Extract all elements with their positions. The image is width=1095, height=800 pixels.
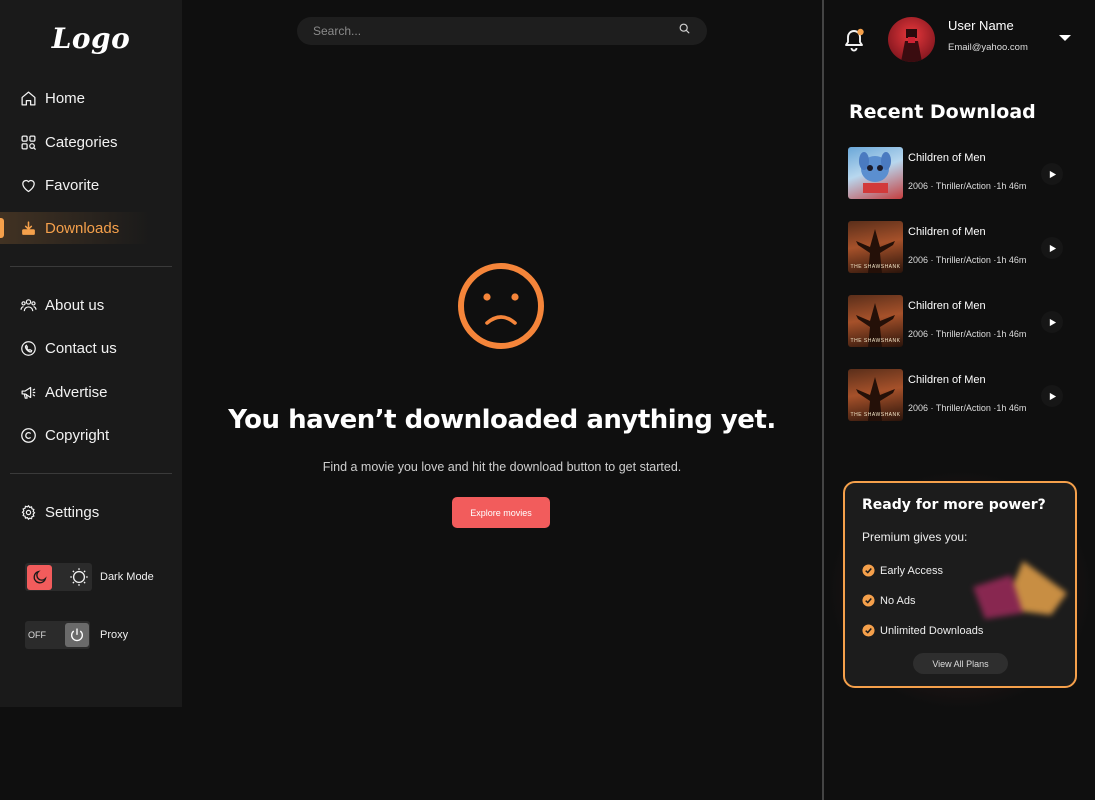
recent-download-item[interactable]: Children of Men 2006 · Thriller/Action ·… [848, 147, 1073, 199]
home-icon [20, 90, 37, 107]
search-input[interactable] [313, 24, 678, 38]
avatar[interactable] [888, 17, 935, 62]
people-icon [20, 297, 37, 314]
play-button[interactable] [1041, 237, 1063, 259]
download-meta: 2006 · Thriller/Action ·1h 46m [908, 329, 1027, 339]
chevron-down-icon[interactable] [1057, 33, 1073, 43]
sidebar-item-favorite[interactable]: Favorite [20, 171, 99, 199]
perk-label: Early Access [880, 564, 943, 577]
verified-badge-icon [862, 594, 875, 607]
sidebar-item-label: Categories [45, 133, 118, 151]
gear-icon [20, 504, 37, 521]
perk-label: Unlimited Downloads [880, 624, 984, 637]
search-bar [297, 17, 707, 45]
recent-download-item[interactable]: THE SHAWSHANK Children of Men 2006 · Thr… [848, 295, 1073, 347]
sidebar-item-label: Downloads [45, 219, 120, 237]
proxy-toggle[interactable]: OFF [25, 621, 90, 649]
sidebar-item-label: Contact us [45, 339, 117, 357]
poster-title: THE SHAWSHANK [850, 264, 901, 270]
empty-state-title: You haven’t downloaded anything yet. [228, 405, 776, 435]
download-meta: 2006 · Thriller/Action ·1h 46m [908, 255, 1027, 265]
sidebar-item-downloads[interactable]: Downloads [20, 214, 119, 242]
dark-mode-toggle[interactable] [25, 563, 92, 591]
empty-state-subtitle: Find a movie you love and hit the downlo… [322, 460, 682, 474]
bell-icon[interactable] [842, 27, 866, 53]
megaphone-icon [20, 384, 37, 401]
sidebar-item-home[interactable]: Home [20, 84, 85, 112]
sidebar: Logo Home Categories Favorite Downloads … [0, 0, 182, 707]
sidebar-item-label: About us [45, 296, 105, 314]
verified-badge-icon [862, 624, 875, 637]
play-icon [1049, 318, 1056, 326]
recent-download-item[interactable]: THE SHAWSHANK Children of Men 2006 · Thr… [848, 369, 1073, 421]
play-icon [1049, 170, 1056, 178]
sidebar-item-label: Favorite [45, 176, 100, 194]
user-email: Email@yahoo.com [948, 42, 1028, 53]
sidebar-item-settings[interactable]: Settings [20, 498, 99, 526]
poster-title: THE SHAWSHANK [850, 338, 901, 344]
sidebar-item-label: Copyright [45, 426, 110, 444]
perk-label: No Ads [880, 594, 916, 607]
sidebar-item-contact[interactable]: Contact us [20, 334, 117, 362]
categories-icon [20, 134, 37, 151]
poster-title: THE SHAWSHANK [850, 412, 901, 418]
sidebar-item-label: Home [45, 89, 86, 107]
power-icon [65, 623, 89, 647]
sidebar-item-copyright[interactable]: Copyright [20, 421, 109, 449]
movie-poster [848, 147, 903, 199]
download-title: Children of Men [908, 374, 986, 386]
play-icon [1049, 244, 1056, 252]
download-meta: 2006 · Thriller/Action ·1h 46m [908, 181, 1027, 191]
play-button[interactable] [1041, 385, 1063, 407]
copyright-icon [20, 427, 37, 444]
movie-poster: THE SHAWSHANK [848, 295, 903, 347]
proxy-label: Proxy [100, 629, 129, 641]
promo-subtitle: Premium gives you: [862, 530, 968, 544]
sidebar-divider [10, 473, 172, 474]
recent-download-title: Recent Download [849, 101, 1036, 123]
download-title: Children of Men [908, 300, 986, 312]
panel-divider [822, 0, 824, 800]
perk-item: Early Access [862, 564, 943, 577]
heart-icon [20, 177, 37, 194]
premium-promo-card: Ready for more power? Premium gives you:… [843, 481, 1077, 688]
sun-icon [66, 565, 91, 590]
download-meta: 2006 · Thriller/Action ·1h 46m [908, 403, 1027, 413]
play-button[interactable] [1041, 311, 1063, 333]
perk-item: No Ads [862, 594, 915, 607]
play-button[interactable] [1041, 163, 1063, 185]
sidebar-item-advertise[interactable]: Advertise [20, 378, 108, 406]
active-nav-indicator [0, 218, 4, 238]
proxy-state: OFF [28, 630, 46, 640]
play-icon [1049, 392, 1056, 400]
explore-movies-button[interactable]: Explore movies [452, 497, 550, 528]
logo[interactable]: Logo [0, 22, 182, 55]
download-title: Children of Men [908, 226, 986, 238]
download-title: Children of Men [908, 152, 986, 164]
decorative-shape [973, 561, 1067, 619]
sidebar-item-label: Settings [45, 503, 100, 521]
sidebar-item-categories[interactable]: Categories [20, 128, 118, 156]
sidebar-item-label: Advertise [45, 383, 108, 401]
sidebar-divider [10, 266, 172, 267]
movie-poster: THE SHAWSHANK [848, 221, 903, 273]
dark-mode-label: Dark Mode [100, 571, 154, 583]
perk-item: Unlimited Downloads [862, 624, 983, 637]
download-icon [20, 220, 37, 237]
moon-icon [27, 564, 52, 590]
sidebar-item-about[interactable]: About us [20, 291, 104, 319]
promo-title: Ready for more power? [862, 497, 1046, 513]
verified-badge-icon [862, 564, 875, 577]
sad-face-icon [458, 263, 544, 349]
phone-icon [20, 340, 37, 357]
movie-poster: THE SHAWSHANK [848, 369, 903, 421]
recent-download-item[interactable]: THE SHAWSHANK Children of Men 2006 · Thr… [848, 221, 1073, 273]
search-icon[interactable] [678, 22, 691, 40]
view-all-plans-button[interactable]: View All Plans [913, 653, 1008, 674]
user-name: User Name [948, 18, 1014, 33]
